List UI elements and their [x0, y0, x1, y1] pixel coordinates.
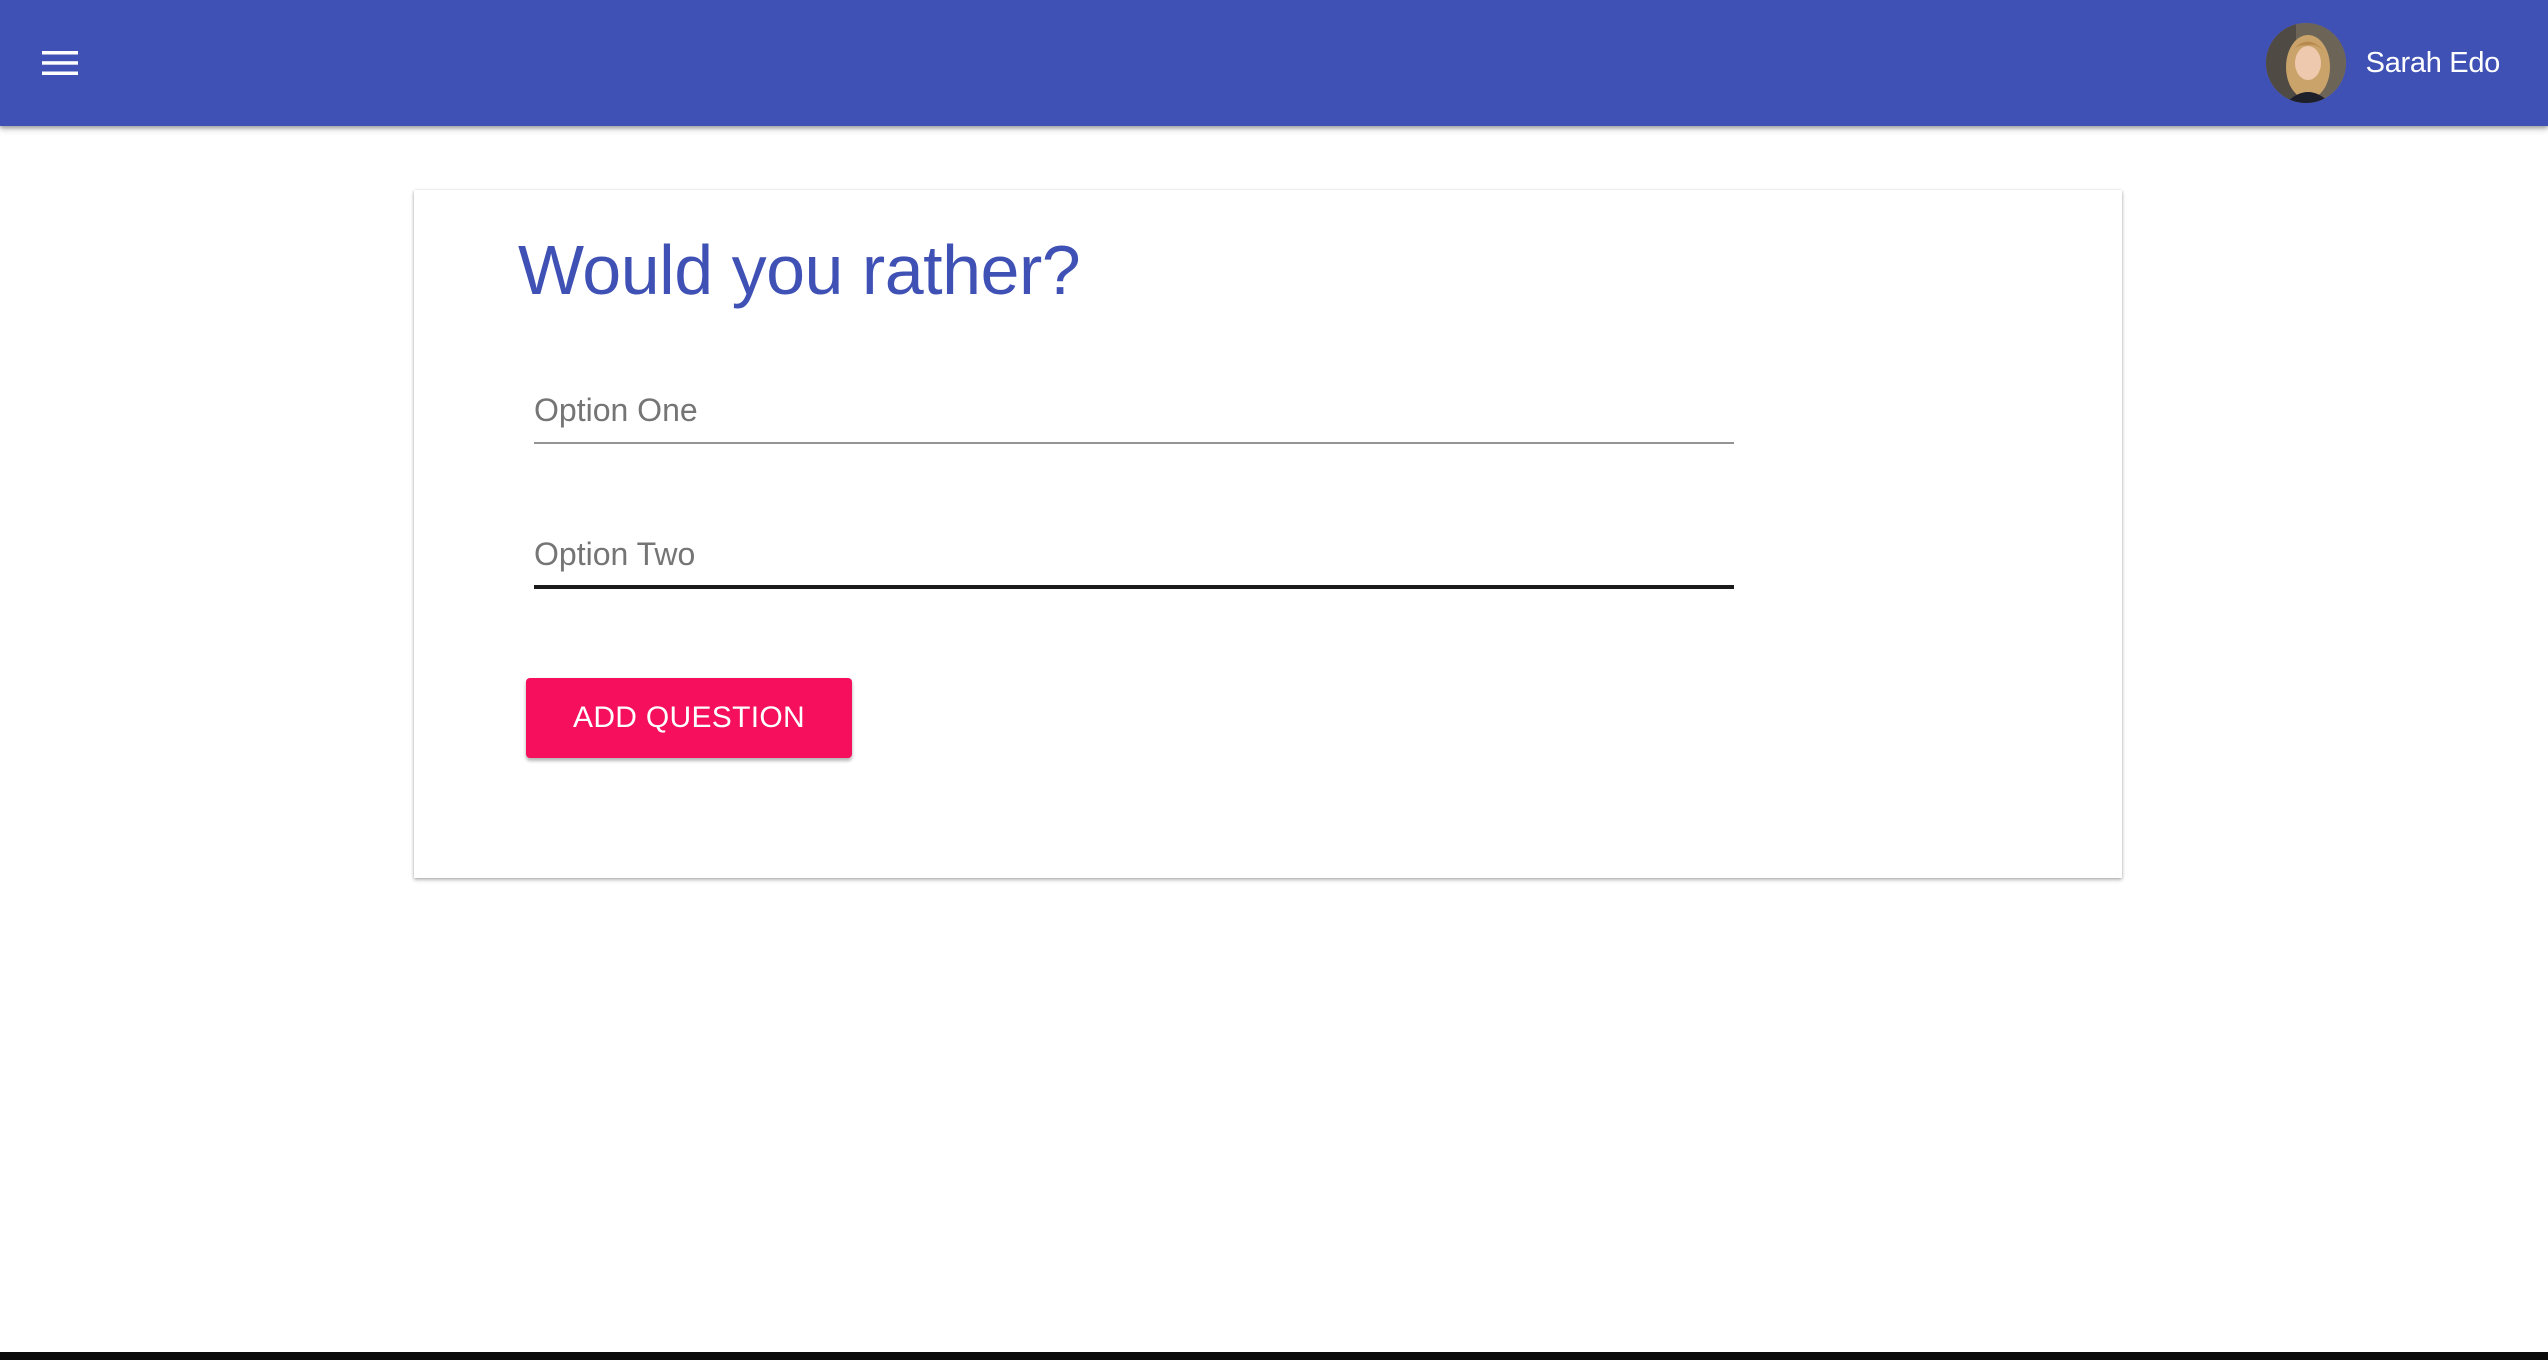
bottom-edge: [0, 1352, 2548, 1360]
user-profile[interactable]: Sarah Edo: [2265, 22, 2501, 104]
hamburger-menu-icon: [42, 51, 78, 75]
user-avatar: [2265, 23, 2346, 103]
option-two-input[interactable]: [534, 524, 1734, 584]
page-title: Would you rather?: [518, 231, 1081, 309]
avatar[interactable]: [2265, 23, 2346, 103]
add-question-button[interactable]: ADD QUESTION: [526, 678, 852, 758]
app-bar: Sarah Edo: [0, 0, 2548, 126]
option-one-underline: [534, 442, 1734, 444]
option-one-input[interactable]: [534, 380, 1734, 440]
option-two-field: [534, 524, 1734, 589]
menu-button[interactable]: [28, 31, 92, 95]
option-one-field: [534, 380, 1734, 444]
user-name: Sarah Edo: [2365, 46, 2501, 79]
option-two-underline: [534, 585, 1734, 589]
new-question-card: Would you rather? ADD QUESTION: [414, 190, 2122, 878]
